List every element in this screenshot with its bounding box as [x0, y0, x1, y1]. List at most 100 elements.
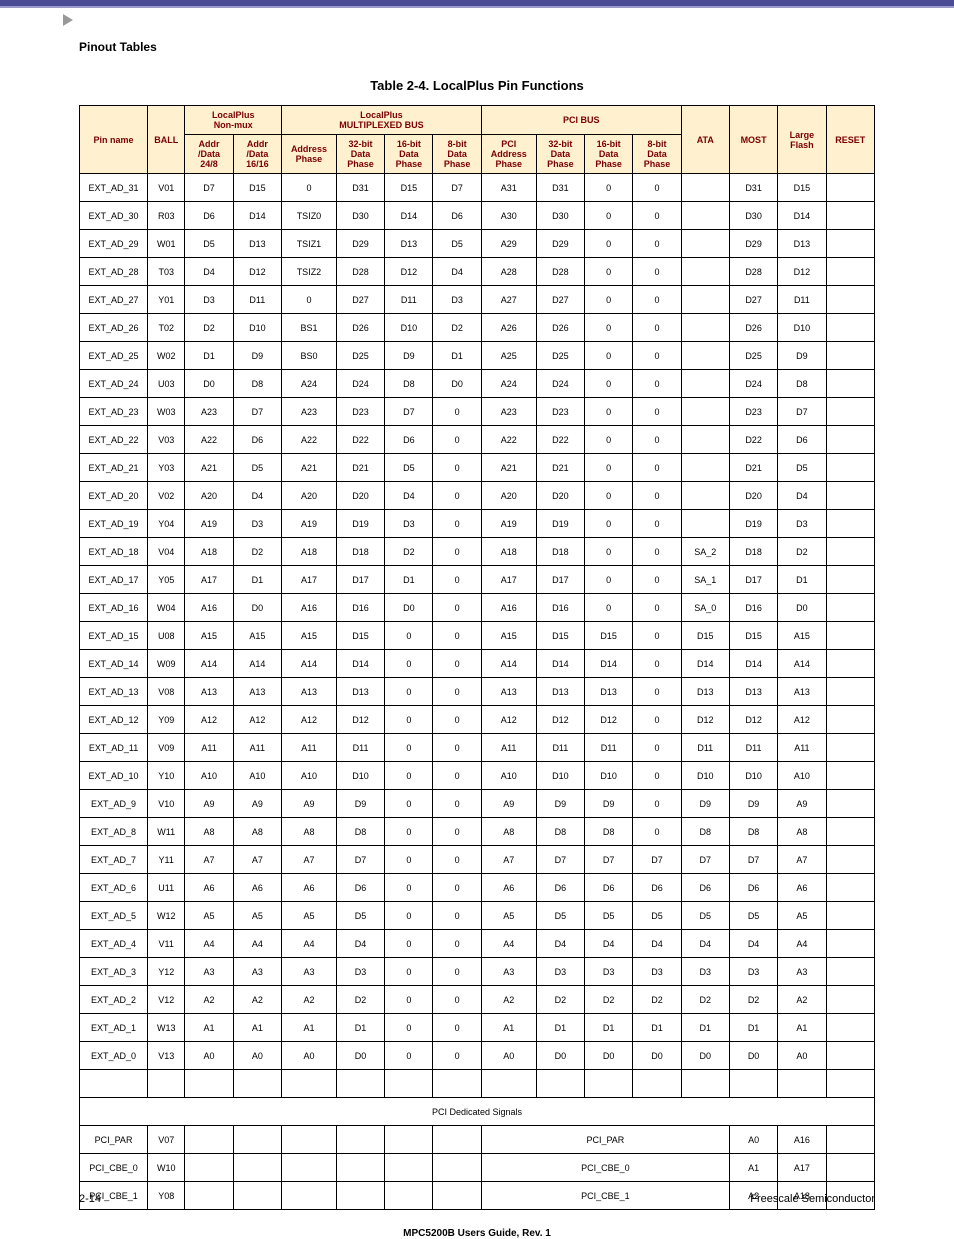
cell-value: 0 — [633, 258, 681, 286]
table-row: EXT_AD_5W12A5A5A5D500A5D5D5D5D5D5A5 — [80, 902, 875, 930]
group-pci: PCI BUS — [481, 106, 681, 135]
cell-value: 0 — [433, 538, 481, 566]
cell-value: 0 — [385, 818, 433, 846]
cell-value: A17 — [282, 566, 337, 594]
cell-value: D13 — [729, 678, 777, 706]
table-row: EXT_AD_15U08A15A15A15D1500A15D15D150D15D… — [80, 622, 875, 650]
cell-value: D13 — [385, 230, 433, 258]
cell-pinname: EXT_AD_15 — [80, 622, 148, 650]
cell-value: D3 — [233, 510, 281, 538]
cell-empty — [385, 1126, 433, 1154]
cell-pinname: EXT_AD_19 — [80, 510, 148, 538]
cell-value: 0 — [585, 258, 633, 286]
cell-value: D4 — [536, 930, 584, 958]
cell-value: D4 — [681, 930, 729, 958]
cell-value — [681, 342, 729, 370]
cell-value: 0 — [433, 482, 481, 510]
cell-ball: V11 — [148, 930, 185, 958]
cell-value — [826, 286, 874, 314]
cell-value: A4 — [778, 930, 826, 958]
cell-value: 0 — [433, 874, 481, 902]
cell-value: D2 — [433, 314, 481, 342]
cell-value — [681, 202, 729, 230]
cell-value: 0 — [433, 678, 481, 706]
cell-value: A15 — [481, 622, 536, 650]
cell-value: D13 — [778, 230, 826, 258]
cell-value: A23 — [481, 398, 536, 426]
cell-value: A1 — [778, 1014, 826, 1042]
cell-value — [826, 790, 874, 818]
cell-value — [826, 706, 874, 734]
cell-value: D8 — [233, 370, 281, 398]
cell-value: D18 — [536, 538, 584, 566]
cell-value: D21 — [536, 454, 584, 482]
cell-value: D25 — [536, 342, 584, 370]
cell-value: A8 — [778, 818, 826, 846]
cell-value: 0 — [385, 846, 433, 874]
cell-value: 0 — [433, 650, 481, 678]
cell-value: D5 — [536, 902, 584, 930]
cell-value: 0 — [385, 706, 433, 734]
cell-value: A1 — [185, 1014, 233, 1042]
cell-value: D3 — [585, 958, 633, 986]
cell-value: D6 — [681, 874, 729, 902]
cell-pinname: PCI_PAR — [80, 1126, 148, 1154]
cell-value: D15 — [585, 622, 633, 650]
cell-value: 0 — [385, 734, 433, 762]
cell-value: D28 — [729, 258, 777, 286]
table-row: EXT_AD_13V08A13A13A13D1300A13D13D130D13D… — [80, 678, 875, 706]
cell-value: 0 — [385, 1014, 433, 1042]
cell-value: D6 — [729, 874, 777, 902]
cell-value: A13 — [481, 678, 536, 706]
cell-pinname: EXT_AD_5 — [80, 902, 148, 930]
cell-pinname: EXT_AD_26 — [80, 314, 148, 342]
table-row: EXT_AD_1W13A1A1A1D100A1D1D1D1D1D1A1 — [80, 1014, 875, 1042]
cell-value: A6 — [185, 874, 233, 902]
cell-value: A17 — [185, 566, 233, 594]
cell-value: A9 — [481, 790, 536, 818]
cell-value: D8 — [729, 818, 777, 846]
cell-value: D0 — [233, 594, 281, 622]
cell-value: D3 — [729, 958, 777, 986]
cell-value: D23 — [536, 398, 584, 426]
cell-pinname: EXT_AD_6 — [80, 874, 148, 902]
cell-value — [826, 538, 874, 566]
cell-value — [826, 314, 874, 342]
cell-value: TSIZ1 — [282, 230, 337, 258]
cell-value: A7 — [233, 846, 281, 874]
cell-value — [826, 370, 874, 398]
cell-value: D0 — [585, 1042, 633, 1070]
cell-empty — [233, 1126, 281, 1154]
cell-ball: V04 — [148, 538, 185, 566]
cell-value: D8 — [778, 370, 826, 398]
table-row: EXT_AD_6U11A6A6A6D600A6D6D6D6D6D6A6 — [80, 874, 875, 902]
cell-value: D24 — [536, 370, 584, 398]
cell-value: 0 — [633, 566, 681, 594]
cell-value: A2 — [185, 986, 233, 1014]
cell-value: A13 — [185, 678, 233, 706]
cell-value: A4 — [282, 930, 337, 958]
cell-value: D31 — [336, 174, 384, 202]
cell-value: A12 — [481, 706, 536, 734]
cell-value: 0 — [633, 202, 681, 230]
table-row: EXT_AD_28T03D4D12TSIZ2D28D12D4A28D2800D2… — [80, 258, 875, 286]
cell-value: 0 — [585, 286, 633, 314]
cell-value: 0 — [433, 762, 481, 790]
table-row: EXT_AD_4V11A4A4A4D400A4D4D4D4D4D4A4 — [80, 930, 875, 958]
cell-value: D0 — [336, 1042, 384, 1070]
cell-value: A9 — [778, 790, 826, 818]
cell-value: A24 — [282, 370, 337, 398]
cell-pinname: EXT_AD_24 — [80, 370, 148, 398]
cell-value: 0 — [433, 594, 481, 622]
cell-value: D14 — [233, 202, 281, 230]
cell-value: A11 — [481, 734, 536, 762]
table-row: EXT_AD_20V02A20D4A20D20D40A20D2000D20D4 — [80, 482, 875, 510]
cell-value: D9 — [336, 790, 384, 818]
cell-value: 0 — [633, 314, 681, 342]
cell-value: BS1 — [282, 314, 337, 342]
table-row: EXT_AD_8W11A8A8A8D800A8D8D80D8D8A8 — [80, 818, 875, 846]
cell-value: 0 — [385, 622, 433, 650]
cell-ball: Y10 — [148, 762, 185, 790]
cell-value: D4 — [729, 930, 777, 958]
cell-value: D10 — [385, 314, 433, 342]
